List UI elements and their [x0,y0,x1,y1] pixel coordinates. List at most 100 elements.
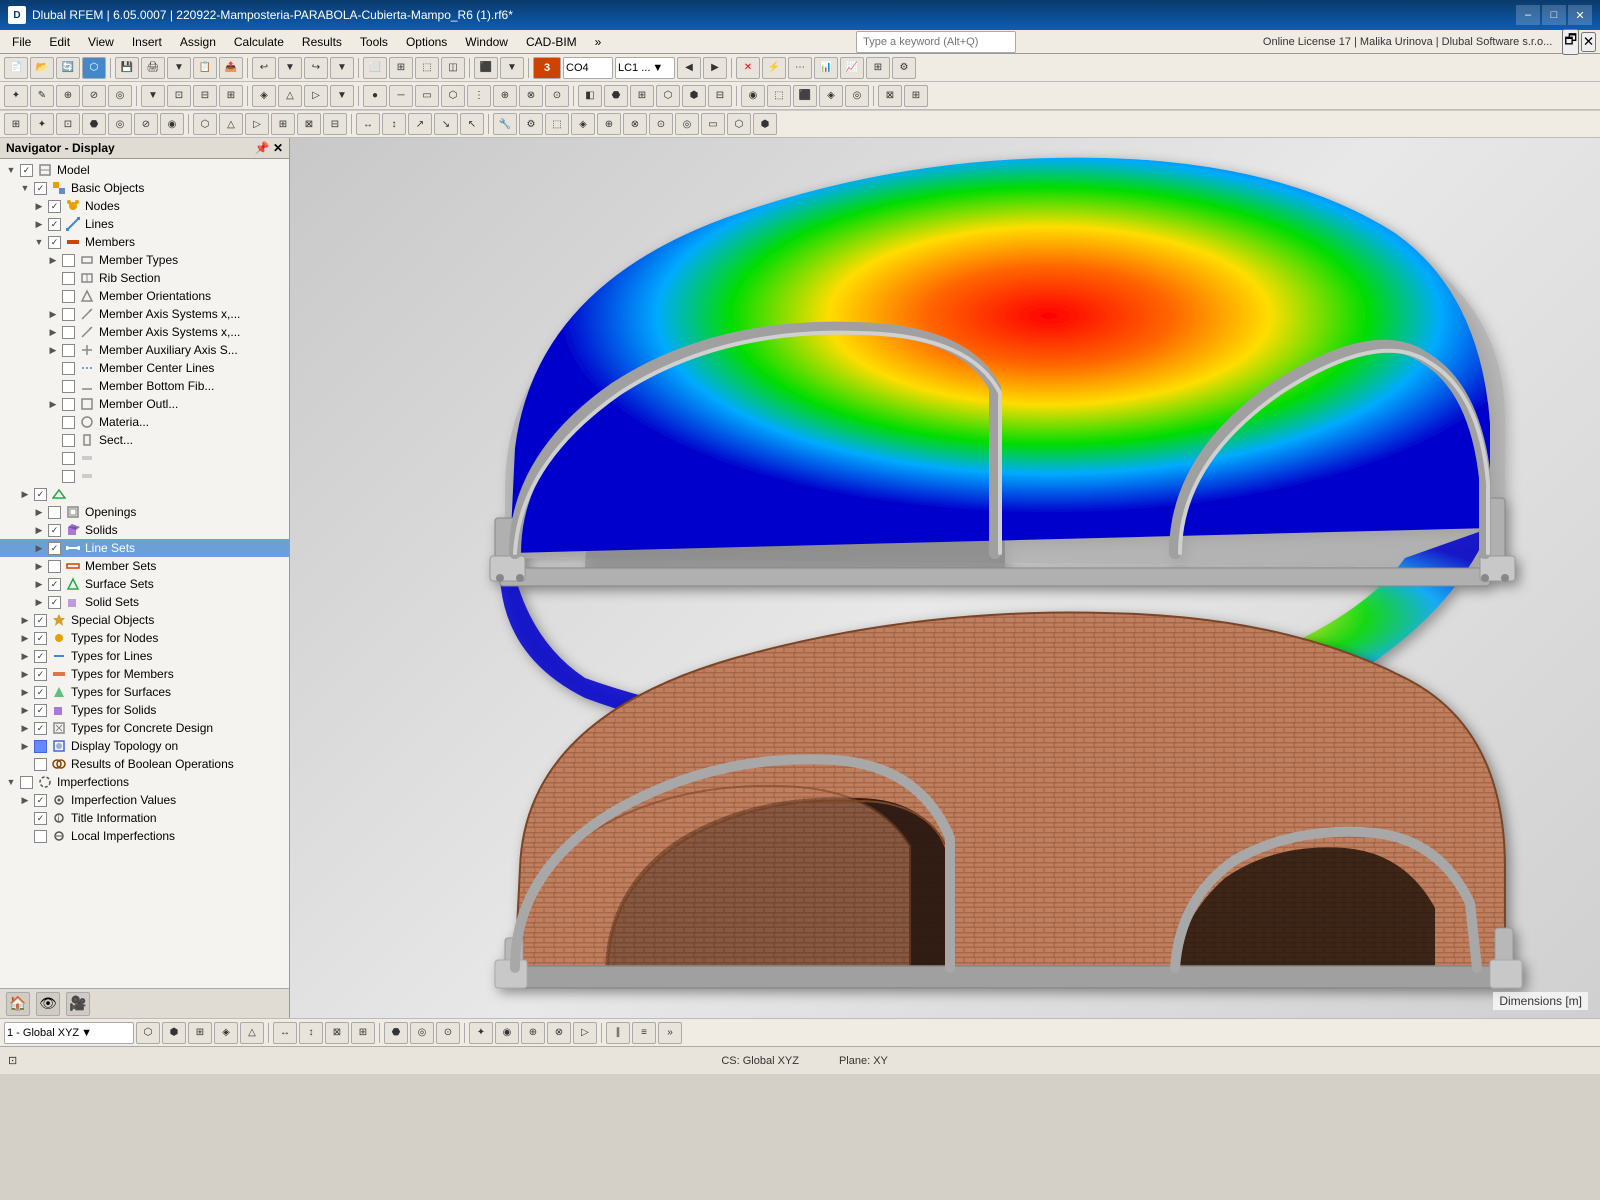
tb3-12[interactable]: ⊠ [297,113,321,135]
stop-btn[interactable]: ✕ [736,57,760,79]
checkbox-r2[interactable] [62,470,75,483]
graph-btn[interactable]: 📈 [840,57,864,79]
tb3-23[interactable]: ⊕ [597,113,621,135]
bt-19[interactable]: ≡ [632,1022,656,1044]
tb2-7[interactable]: ⊡ [167,85,191,107]
undo-drop[interactable]: ▼ [278,57,302,79]
tb2-18[interactable]: ⊙ [545,85,569,107]
tb2-16[interactable]: ⊕ [493,85,517,107]
tb3-29[interactable]: ⬢ [753,113,777,135]
tb3-21[interactable]: ⬚ [545,113,569,135]
bt-4[interactable]: ◈ [214,1022,238,1044]
bt-14[interactable]: ◉ [495,1022,519,1044]
tb2-10[interactable]: ◈ [252,85,276,107]
tb2-19[interactable]: ◧ [578,85,602,107]
tb3-11[interactable]: ⊞ [271,113,295,135]
bt-9[interactable]: ⊞ [351,1022,375,1044]
tree-item-solids[interactable]: Solids [0,521,289,539]
result-selector[interactable]: 3 [533,57,561,79]
tb3-5[interactable]: ◎ [108,113,132,135]
checkbox-material[interactable] [62,416,75,429]
tb2-22[interactable]: ⬡ [656,85,680,107]
tree-item-center-lines[interactable]: Member Center Lines [0,359,289,377]
menu-insert[interactable]: Insert [124,33,170,51]
print-btn[interactable]: 🖨 [141,57,165,79]
menu-tools[interactable]: Tools [352,33,396,51]
tree-item-openings[interactable]: Openings [0,503,289,521]
tb2-30[interactable]: ⊠ [878,85,902,107]
tree-item-imperf-values[interactable]: Imperfection Values [0,791,289,809]
view1-btn[interactable]: ⬜ [363,57,387,79]
expander-aux[interactable] [46,343,60,357]
tree-item-basic-objects[interactable]: Basic Objects [0,179,289,197]
bt-2[interactable]: ⬢ [162,1022,186,1044]
tb3-19[interactable]: 🔧 [493,113,517,135]
tree-item-types-nodes[interactable]: Types for Nodes [0,629,289,647]
bt-20[interactable]: » [658,1022,682,1044]
expander-basic[interactable] [18,181,32,195]
coord-system-selector[interactable]: 1 - Global XYZ▼ [4,1022,134,1044]
menu-edit[interactable]: Edit [41,33,78,51]
checkbox-surface-sets[interactable] [48,578,61,591]
expander-imperf-root[interactable] [4,775,18,789]
expander-special[interactable] [18,613,32,627]
bt-12[interactable]: ⊙ [436,1022,460,1044]
settings-btn[interactable]: ⚙ [892,57,916,79]
tb2-21[interactable]: ⊞ [630,85,654,107]
close-button[interactable]: ✕ [1568,5,1592,25]
tree-item-axis2[interactable]: Member Axis Systems x,... [0,323,289,341]
render-drop[interactable]: ▼ [500,57,524,79]
expander-display-top[interactable] [18,739,32,753]
bt-17[interactable]: ▷ [573,1022,597,1044]
menu-file[interactable]: File [4,33,39,51]
menu-window[interactable]: Window [457,33,516,51]
tb3-14[interactable]: ↔ [356,113,380,135]
tree-item-model[interactable]: Model [0,161,289,179]
tb3-26[interactable]: ◎ [675,113,699,135]
menu-view[interactable]: View [80,33,122,51]
checkbox-model[interactable] [20,164,33,177]
menu-calculate[interactable]: Calculate [226,33,292,51]
tb3-2[interactable]: ✦ [30,113,54,135]
checkbox-r1[interactable] [62,452,75,465]
checkbox-aux[interactable] [62,344,75,357]
maximize-button[interactable]: □ [1542,5,1566,25]
save-btn[interactable]: 💾 [115,57,139,79]
model-btn[interactable]: ⬡ [82,57,106,79]
checkbox-member-types[interactable] [62,254,75,267]
tb2-3[interactable]: ⊕ [56,85,80,107]
tb2-23[interactable]: ⬢ [682,85,706,107]
checkbox-types-members[interactable] [34,668,47,681]
tb3-7[interactable]: ◉ [160,113,184,135]
tb2-27[interactable]: ⬛ [793,85,817,107]
tb2-14[interactable]: ⬡ [441,85,465,107]
viewport[interactable]: Dimensions [m] [290,138,1600,1018]
checkbox-lines[interactable] [48,218,61,231]
calc-btn[interactable]: ⚡ [762,57,786,79]
tb2-1[interactable]: ✦ [4,85,28,107]
more-btn[interactable]: ⋯ [788,57,812,79]
tree-item-surfaces-grp[interactable] [0,485,289,503]
tb3-22[interactable]: ◈ [571,113,595,135]
checkbox-basic[interactable] [34,182,47,195]
menu-options[interactable]: Options [398,33,455,51]
tree-item-solid-sets[interactable]: Solid Sets [0,593,289,611]
keyword-search-input[interactable] [856,31,1016,53]
checkbox-local-imperf[interactable] [34,830,47,843]
checkbox-orient[interactable] [62,290,75,303]
minimize-button[interactable]: – [1516,5,1540,25]
new-btn[interactable]: 📄 [4,57,28,79]
bt-11[interactable]: ◎ [410,1022,434,1044]
checkbox-results-bool[interactable] [34,758,47,771]
expander-types-lines[interactable] [18,649,32,663]
tree-item-line-sets[interactable]: Line Sets [0,539,289,557]
tree-item-types-members[interactable]: Types for Members [0,665,289,683]
expander-types-nodes[interactable] [18,631,32,645]
window-restore-btn[interactable]: 🗗 [1562,29,1579,55]
tree-item-local-imperf[interactable]: Local Imperfections [0,827,289,845]
tree-item-nodes[interactable]: Nodes [0,197,289,215]
checkbox-imperf-vals[interactable] [34,794,47,807]
prev-btn[interactable]: ◀ [677,57,701,79]
tree-item-results-bool[interactable]: Results of Boolean Operations [0,755,289,773]
checkbox-section[interactable] [62,434,75,447]
